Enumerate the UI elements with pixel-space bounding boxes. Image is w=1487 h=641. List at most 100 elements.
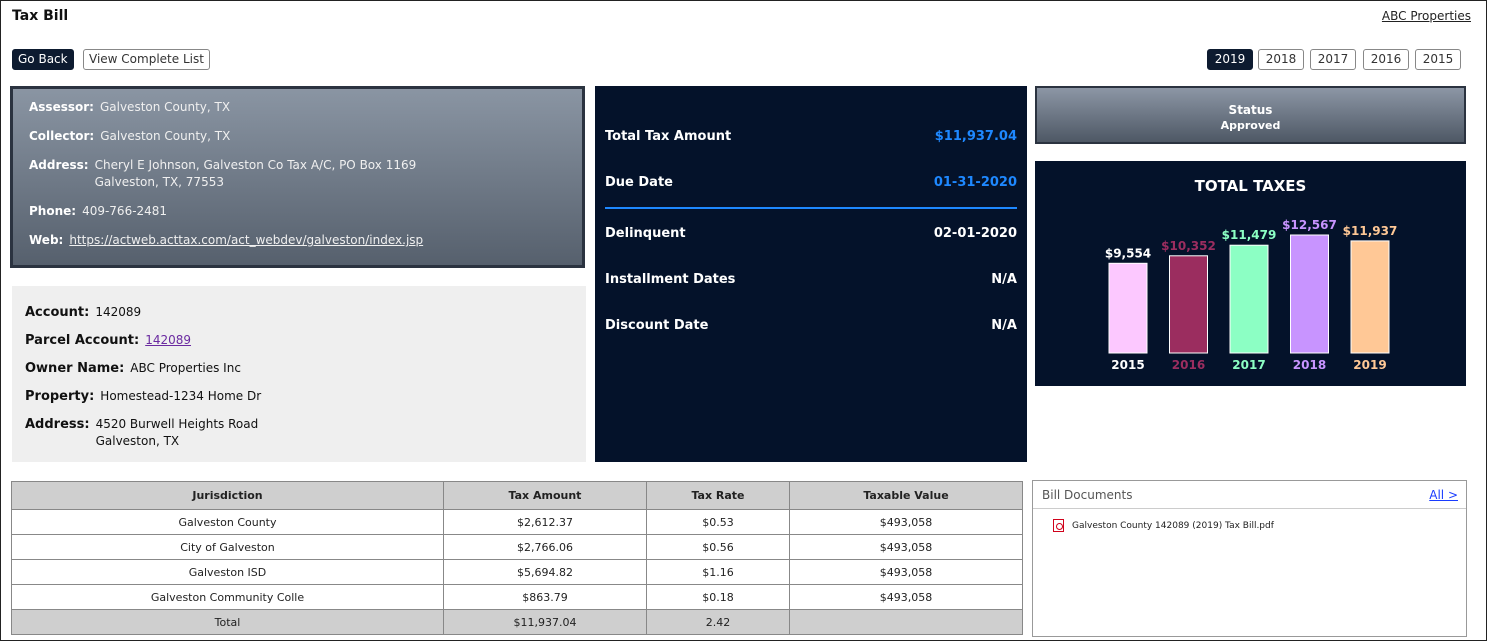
cell-tax-rate: $0.56 <box>646 534 790 560</box>
chart-bar-2015 <box>1108 262 1148 354</box>
chart-value-label-2017: $11,479 <box>1222 228 1277 242</box>
chart-value-label-2016: $10,352 <box>1161 239 1216 253</box>
go-back-button[interactable]: Go Back <box>12 49 74 70</box>
all-documents-link[interactable]: All > <box>1429 488 1458 502</box>
table-row: City of Galveston $2,766.06 $0.56 $493,0… <box>11 534 1023 560</box>
pdf-icon <box>1053 519 1064 532</box>
bill-documents-title: Bill Documents <box>1042 488 1133 502</box>
col-header-taxable-value: Taxable Value <box>789 481 1023 510</box>
owner-label: Owner Name: <box>25 361 125 376</box>
assessor-panel: Assessor: Galveston County, TX Collector… <box>10 86 585 268</box>
status-title: Status <box>1228 103 1273 117</box>
installment-label: Installment Dates <box>605 271 736 287</box>
document-item[interactable]: Galveston County 142089 (2019) Tax Bill.… <box>1053 519 1466 532</box>
web-label: Web: <box>29 233 64 247</box>
delinquent-value: 02-01-2020 <box>933 225 1017 241</box>
due-date-value: 01-31-2020 <box>933 174 1017 190</box>
col-header-tax-amount: Tax Amount <box>443 481 647 510</box>
collector-label: Collector: <box>29 129 95 143</box>
chart-category-label-2016: 2016 <box>1172 358 1205 372</box>
cell-tax-rate: $1.16 <box>646 559 790 585</box>
chart-bar-2017 <box>1229 244 1269 354</box>
cell-jurisdiction: City of Galveston <box>11 534 444 560</box>
year-button-2019[interactable]: 2019 <box>1207 49 1253 70</box>
discount-value: N/A <box>991 317 1017 333</box>
account-address-label: Address: <box>25 417 90 432</box>
delinquent-label: Delinquent <box>605 225 686 241</box>
cell-taxable-value: $493,058 <box>789 534 1023 560</box>
cell-taxable-value: $493,058 <box>789 509 1023 535</box>
discount-label: Discount Date <box>605 317 709 333</box>
assessor-address-line2: Galveston, TX, 77553 <box>94 175 224 189</box>
col-header-jurisdiction: Jurisdiction <box>11 481 444 510</box>
cell-jurisdiction: Galveston County <box>11 509 444 535</box>
total-tax-value: $11,937.04 <box>934 128 1017 144</box>
total-taxable-value <box>789 609 1023 635</box>
account-address-line1: 4520 Burwell Heights Road <box>95 417 259 431</box>
bill-documents-panel: Bill Documents All > Galveston County 14… <box>1032 480 1467 637</box>
company-link[interactable]: ABC Properties <box>1382 9 1471 23</box>
tax-details-panel: Total Tax Amount $11,937.04 Due Date 01-… <box>595 86 1027 462</box>
account-address-line2: Galveston, TX <box>95 434 180 448</box>
total-taxes-chart: TOTAL TAXES $9,554 2015 $10,352 2016 $11,479… <box>1035 161 1466 386</box>
phone-label: Phone: <box>29 204 77 218</box>
assessor-address-line1: Cheryl E Johnson, Galveston Co Tax A/C, … <box>94 158 417 172</box>
cell-tax-amount: $2,766.06 <box>443 534 647 560</box>
view-complete-list-button[interactable]: View Complete List <box>83 49 210 70</box>
chart-value-label-2018: $12,567 <box>1282 218 1337 232</box>
web-link[interactable]: https://actweb.acttax.com/act_webdev/gal… <box>69 232 423 249</box>
year-button-2015[interactable]: 2015 <box>1415 49 1461 70</box>
parcel-link[interactable]: 142089 <box>145 332 191 349</box>
parcel-label: Parcel Account: <box>25 333 140 348</box>
chart-category-label-2019: 2019 <box>1353 358 1386 372</box>
chart-category-label-2017: 2017 <box>1232 358 1265 372</box>
page-title: Tax Bill <box>12 8 69 24</box>
cell-tax-rate: $0.18 <box>646 584 790 610</box>
table-row: Galveston Community Colle $863.79 $0.18 … <box>11 584 1023 610</box>
cell-taxable-value: $493,058 <box>789 584 1023 610</box>
chart-value-label-2015: $9,554 <box>1105 246 1151 260</box>
chart-bar-2016 <box>1169 255 1208 354</box>
cell-tax-amount: $863.79 <box>443 584 647 610</box>
table-total-row: Total $11,937.04 2.42 <box>11 609 1023 635</box>
cell-jurisdiction: Galveston ISD <box>11 559 444 585</box>
chart-bar-2018 <box>1290 234 1329 354</box>
due-date-label: Due Date <box>605 174 673 190</box>
due-date-divider <box>605 207 1017 209</box>
total-label: Total <box>11 609 444 635</box>
chart-svg: $9,554 2015 $10,352 2016 $11,479 2017 $12,567 2… <box>1105 218 1398 372</box>
chart-category-label-2015: 2015 <box>1111 358 1144 372</box>
document-filename[interactable]: Galveston County 142089 (2019) Tax Bill.… <box>1072 521 1274 531</box>
chart-category-label-2018: 2018 <box>1293 358 1326 372</box>
cell-tax-amount: $5,694.82 <box>443 559 647 585</box>
installment-value: N/A <box>991 271 1017 287</box>
chart-bar-2019 <box>1350 240 1390 354</box>
chart-value-label-2019: $11,937 <box>1343 224 1398 238</box>
cell-taxable-value: $493,058 <box>789 559 1023 585</box>
assessor-address-label: Address: <box>29 158 89 172</box>
year-button-2016[interactable]: 2016 <box>1363 49 1409 70</box>
col-header-tax-rate: Tax Rate <box>646 481 790 510</box>
assessor-value: Galveston County, TX <box>99 100 231 114</box>
status-panel: Status Approved <box>1035 86 1466 144</box>
cell-tax-amount: $2,612.37 <box>443 509 647 535</box>
property-label: Property: <box>25 389 95 404</box>
cell-tax-rate: $0.53 <box>646 509 790 535</box>
owner-value: ABC Properties Inc <box>130 361 241 375</box>
status-badge: Approved <box>1220 119 1281 132</box>
account-panel: Account: 142089 Parcel Account: 142089 O… <box>12 286 586 462</box>
year-button-2017[interactable]: 2017 <box>1310 49 1356 70</box>
table-row: Galveston ISD $5,694.82 $1.16 $493,058 <box>11 559 1023 585</box>
account-label: Account: <box>25 305 90 320</box>
phone-value: 409-766-2481 <box>82 204 168 218</box>
jurisdiction-table: Jurisdiction Tax Amount Tax Rate Taxable… <box>11 481 1023 635</box>
table-row: Galveston County $2,612.37 $0.53 $493,05… <box>11 509 1023 535</box>
year-button-2018[interactable]: 2018 <box>1258 49 1304 70</box>
total-tax-rate: 2.42 <box>646 609 790 635</box>
assessor-label: Assessor: <box>29 100 94 114</box>
account-value: 142089 <box>95 305 142 319</box>
property-value: Homestead-1234 Home Dr <box>100 389 262 403</box>
cell-jurisdiction: Galveston Community Colle <box>11 584 444 610</box>
total-tax-amount: $11,937.04 <box>443 609 647 635</box>
total-tax-label: Total Tax Amount <box>605 128 732 144</box>
